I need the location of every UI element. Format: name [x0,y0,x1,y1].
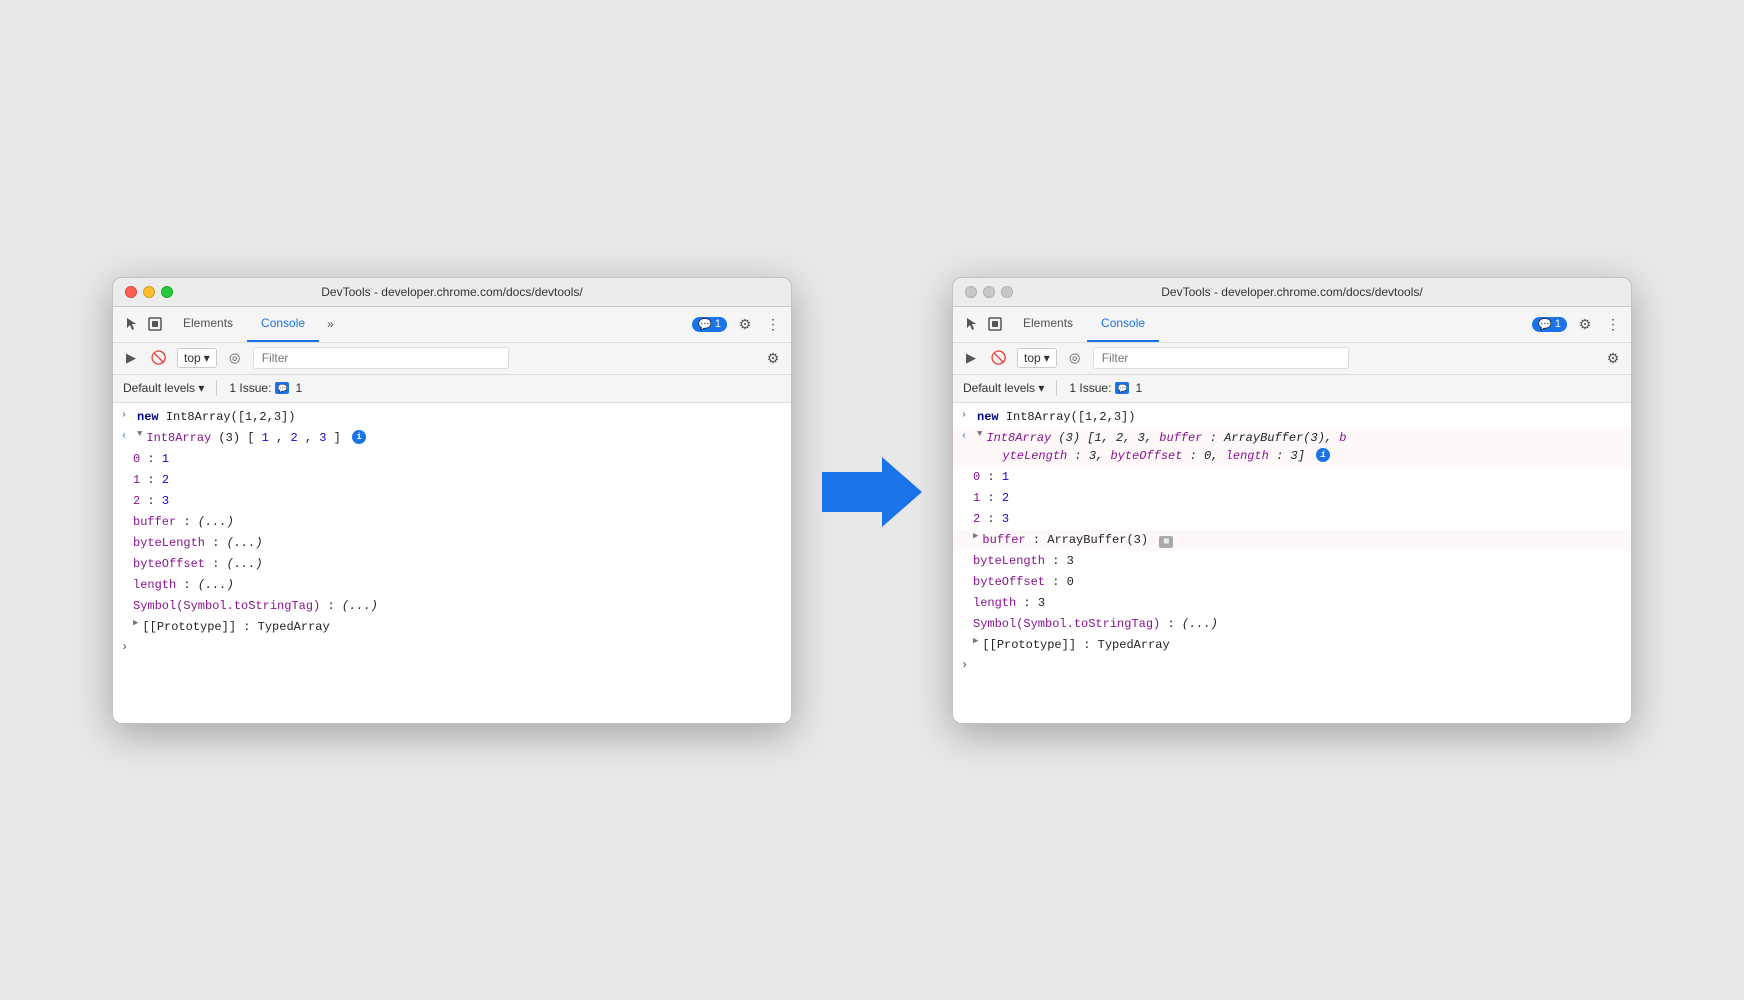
right-line-result-header[interactable]: ‹ Int8Array (3) [1, 2, 3, buffer : Array… [953,428,1631,467]
left-tab-console[interactable]: Console [247,306,319,342]
left-block-icon[interactable]: 🚫 [149,348,169,368]
right-prop-length: length : 3 [953,593,1631,614]
left-console-toolbar: ▶ 🚫 top ▾ ◎ ⚙ [113,343,791,375]
left-tabs: Elements Console » [169,306,688,342]
left-close-button[interactable] [125,286,137,298]
left-result-back-arrow: ‹ [121,431,131,442]
left-traffic-lights [125,286,173,298]
left-window-title: DevTools - developer.chrome.com/docs/dev… [321,285,582,299]
left-issues-bar: Default levels ▾ 1 Issue: 💬 1 [113,375,791,403]
right-maximize-button[interactable] [1001,286,1013,298]
left-expand-arrow[interactable] [137,429,142,439]
left-default-levels[interactable]: Default levels ▾ [123,381,204,395]
right-prototype-arrow[interactable] [973,636,978,646]
left-prop-buffer: buffer : (...) [113,512,791,533]
left-console-badge[interactable]: 💬 1 [692,317,727,332]
right-close-button[interactable] [965,286,977,298]
right-tab-elements[interactable]: Elements [1009,306,1087,342]
right-default-levels[interactable]: Default levels ▾ [963,381,1044,395]
right-prop-bytelength: byteLength : 3 [953,551,1631,572]
left-run-icon[interactable]: ▶ [121,348,141,368]
right-run-icon[interactable]: ▶ [961,348,981,368]
right-line-input: › new Int8Array([1,2,3]) [953,407,1631,428]
left-inspect-icon[interactable] [145,314,165,334]
right-result-back-arrow: ‹ [961,431,971,442]
right-tabs: Elements Console [1009,306,1528,342]
left-issues-badge: 1 Issue: 💬 1 [229,381,302,395]
right-input-arrow: › [961,410,971,421]
left-issue-icon: 💬 [275,382,289,394]
right-console-badge[interactable]: 💬 1 [1532,317,1567,332]
right-expand-arrow[interactable] [977,429,982,439]
left-toolbar-right: 💬 1 ⚙ ⋮ [692,314,783,334]
left-input-arrow: › [121,410,131,421]
scene-arrow [822,454,922,546]
left-maximize-button[interactable] [161,286,173,298]
left-console-content: › new Int8Array([1,2,3]) ‹ Int8Array (3)… [113,403,791,723]
right-cursor-icon[interactable] [961,314,981,334]
right-prop-prototype: [[Prototype]] : TypedArray [953,635,1631,656]
right-info-icon[interactable]: i [1316,448,1330,462]
right-filter-input[interactable] [1093,347,1349,369]
right-prop-symbol: Symbol(Symbol.toStringTag) : (...) [953,614,1631,635]
right-console-prompt-line[interactable]: › [953,656,1631,674]
right-main-toolbar: Elements Console 💬 1 ⚙ ⋮ [953,307,1631,343]
right-console-settings-icon[interactable]: ⚙ [1603,348,1623,368]
left-console-prompt-line[interactable]: › [113,638,791,656]
left-prop-2: 2 : 3 [113,491,791,512]
left-prompt-icon: › [121,640,128,654]
right-toolbar-right: 💬 1 ⚙ ⋮ [1532,314,1623,334]
left-devtools-window: DevTools - developer.chrome.com/docs/dev… [112,277,792,724]
right-top-selector[interactable]: top ▾ [1017,348,1057,368]
left-console-settings-icon[interactable]: ⚙ [763,348,783,368]
left-info-icon[interactable]: i [352,430,366,444]
right-settings-icon[interactable]: ⚙ [1575,314,1595,334]
right-more-icon[interactable]: ⋮ [1603,314,1623,334]
left-tab-more[interactable]: » [319,311,342,337]
right-block-icon[interactable]: 🚫 [989,348,1009,368]
left-prop-bytelength: byteLength : (...) [113,533,791,554]
right-prop-buffer[interactable]: buffer : ArrayBuffer(3) ▦ ⟵ [953,530,1631,551]
right-console-content: › new Int8Array([1,2,3]) ‹ Int8Array (3)… [953,403,1631,723]
right-devtools-window: DevTools - developer.chrome.com/docs/dev… [952,277,1632,724]
right-issue-icon: 💬 [1115,382,1129,394]
left-eye-icon[interactable]: ◎ [225,348,245,368]
right-issues-badge: 1 Issue: 💬 1 [1069,381,1142,395]
right-window-title: DevTools - developer.chrome.com/docs/dev… [1161,285,1422,299]
right-tab-console[interactable]: Console [1087,306,1159,342]
left-line-result-header[interactable]: ‹ Int8Array (3) [ 1 , 2 , 3 ] i [113,428,791,449]
left-prop-symbol: Symbol(Symbol.toStringTag) : (...) [113,596,791,617]
right-console-toolbar: ▶ 🚫 top ▾ ◎ ⚙ [953,343,1631,375]
left-cursor-icon[interactable] [121,314,141,334]
right-issues-bar: Default levels ▾ 1 Issue: 💬 1 [953,375,1631,403]
right-prop-byteoffset: byteOffset : 0 [953,572,1631,593]
left-prop-length: length : (...) [113,575,791,596]
right-prop-1: 1 : 2 [953,488,1631,509]
left-title-bar: DevTools - developer.chrome.com/docs/dev… [113,278,791,307]
right-title-bar: DevTools - developer.chrome.com/docs/dev… [953,278,1631,307]
scene: DevTools - developer.chrome.com/docs/dev… [112,277,1632,724]
left-main-toolbar: Elements Console » 💬 1 ⚙ ⋮ [113,307,791,343]
left-more-icon[interactable]: ⋮ [763,314,783,334]
right-minimize-button[interactable] [983,286,995,298]
right-prop-2: 2 : 3 [953,509,1631,530]
left-tab-elements[interactable]: Elements [169,306,247,342]
right-buffer-icon: ▦ [1159,536,1173,548]
right-eye-icon[interactable]: ◎ [1065,348,1085,368]
left-prop-prototype: [[Prototype]] : TypedArray [113,617,791,638]
left-settings-icon[interactable]: ⚙ [735,314,755,334]
right-prompt-icon: › [961,658,968,672]
left-line-input: › new Int8Array([1,2,3]) [113,407,791,428]
right-prop-0: 0 : 1 [953,467,1631,488]
left-minimize-button[interactable] [143,286,155,298]
left-prototype-arrow[interactable] [133,618,138,628]
left-prop-1: 1 : 2 [113,470,791,491]
left-prop-byteoffset: byteOffset : (...) [113,554,791,575]
left-top-selector[interactable]: top ▾ [177,348,217,368]
left-filter-input[interactable] [253,347,509,369]
right-inspect-icon[interactable] [985,314,1005,334]
left-prop-0: 0 : 1 [113,449,791,470]
right-buffer-expand-arrow[interactable] [973,531,978,541]
right-traffic-lights [965,286,1013,298]
